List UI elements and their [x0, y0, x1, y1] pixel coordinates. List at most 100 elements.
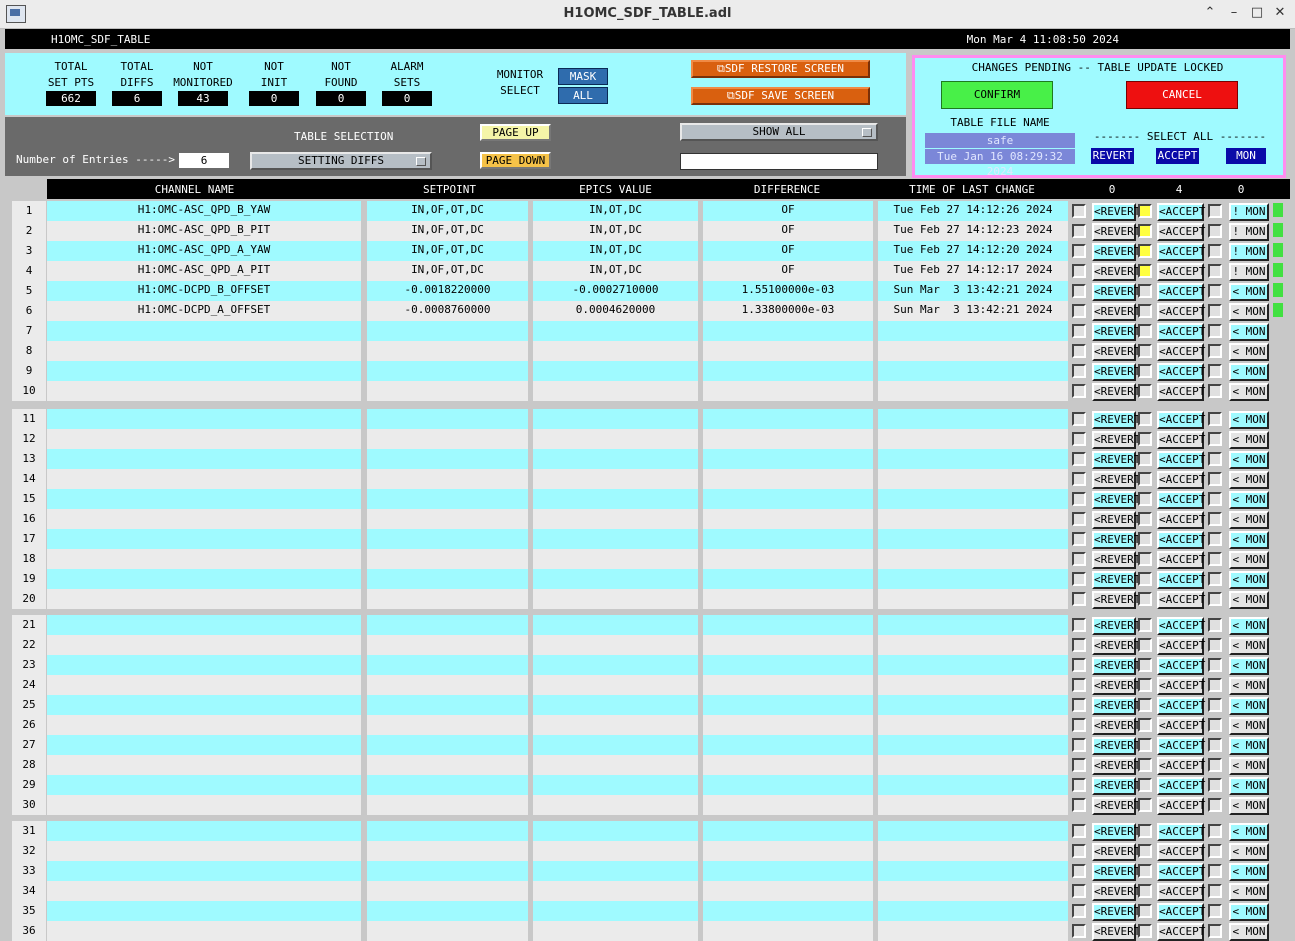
- mon-button[interactable]: < MON: [1229, 777, 1269, 795]
- revert-checkbox[interactable]: [1072, 618, 1086, 632]
- minimize-button[interactable]: –: [1227, 6, 1241, 20]
- revert-checkbox[interactable]: [1072, 384, 1086, 398]
- accept-checkbox[interactable]: [1138, 618, 1152, 632]
- revert-checkbox[interactable]: [1072, 738, 1086, 752]
- mon-checkbox[interactable]: [1208, 864, 1222, 878]
- mon-button[interactable]: ! MON: [1229, 223, 1269, 241]
- revert-checkbox[interactable]: [1072, 718, 1086, 732]
- mon-button[interactable]: < MON: [1229, 797, 1269, 815]
- mon-button[interactable]: < MON: [1229, 431, 1269, 449]
- revert-checkbox[interactable]: [1072, 452, 1086, 466]
- revert-button[interactable]: <REVERT: [1092, 203, 1140, 221]
- mon-button[interactable]: < MON: [1229, 471, 1269, 489]
- mon-button[interactable]: < MON: [1229, 383, 1269, 401]
- accept-checkbox[interactable]: [1138, 638, 1152, 652]
- revert-checkbox[interactable]: [1072, 364, 1086, 378]
- accept-checkbox[interactable]: [1138, 384, 1152, 398]
- mon-checkbox[interactable]: [1208, 572, 1222, 586]
- mon-checkbox[interactable]: [1208, 452, 1222, 466]
- revert-button[interactable]: <REVERT: [1092, 471, 1140, 489]
- mon-checkbox[interactable]: [1208, 658, 1222, 672]
- sdf-restore-screen-button[interactable]: ⧉SDF RESTORE SCREEN: [691, 60, 870, 78]
- revert-checkbox[interactable]: [1072, 592, 1086, 606]
- accept-checkbox[interactable]: [1138, 718, 1152, 732]
- revert-button[interactable]: <REVERT: [1092, 263, 1140, 281]
- revert-checkbox[interactable]: [1072, 778, 1086, 792]
- mon-button[interactable]: < MON: [1229, 757, 1269, 775]
- mon-button[interactable]: < MON: [1229, 511, 1269, 529]
- revert-checkbox[interactable]: [1072, 904, 1086, 918]
- accept-checkbox[interactable]: [1138, 844, 1152, 858]
- accept-button[interactable]: <ACCEPT: [1157, 777, 1205, 795]
- revert-button[interactable]: <REVERT: [1092, 617, 1140, 635]
- mon-button[interactable]: < MON: [1229, 551, 1269, 569]
- accept-button[interactable]: <ACCEPT: [1157, 823, 1205, 841]
- accept-checkbox[interactable]: [1138, 452, 1152, 466]
- revert-button[interactable]: <REVERT: [1092, 657, 1140, 675]
- accept-button[interactable]: <ACCEPT: [1157, 263, 1205, 281]
- revert-button[interactable]: <REVERT: [1092, 717, 1140, 735]
- accept-checkbox[interactable]: [1138, 592, 1152, 606]
- accept-button[interactable]: <ACCEPT: [1157, 843, 1205, 861]
- mon-button[interactable]: < MON: [1229, 283, 1269, 301]
- mon-button[interactable]: < MON: [1229, 571, 1269, 589]
- revert-checkbox[interactable]: [1072, 864, 1086, 878]
- revert-button[interactable]: <REVERT: [1092, 843, 1140, 861]
- revert-checkbox[interactable]: [1072, 532, 1086, 546]
- mon-checkbox[interactable]: [1208, 844, 1222, 858]
- accept-button[interactable]: <ACCEPT: [1157, 903, 1205, 921]
- mon-button[interactable]: < MON: [1229, 697, 1269, 715]
- revert-button[interactable]: <REVERT: [1092, 223, 1140, 241]
- revert-checkbox[interactable]: [1072, 204, 1086, 218]
- revert-checkbox[interactable]: [1072, 304, 1086, 318]
- revert-checkbox[interactable]: [1072, 844, 1086, 858]
- revert-checkbox[interactable]: [1072, 572, 1086, 586]
- accept-button[interactable]: <ACCEPT: [1157, 343, 1205, 361]
- mon-checkbox[interactable]: [1208, 304, 1222, 318]
- revert-button[interactable]: <REVERT: [1092, 243, 1140, 261]
- revert-button[interactable]: <REVERT: [1092, 863, 1140, 881]
- accept-checkbox[interactable]: [1138, 344, 1152, 358]
- accept-checkbox[interactable]: [1138, 738, 1152, 752]
- revert-button[interactable]: <REVERT: [1092, 511, 1140, 529]
- mask-button[interactable]: MASK: [558, 68, 608, 85]
- accept-checkbox[interactable]: [1138, 904, 1152, 918]
- revert-checkbox[interactable]: [1072, 678, 1086, 692]
- close-button[interactable]: ✕: [1273, 6, 1287, 20]
- accept-checkbox[interactable]: [1138, 412, 1152, 426]
- accept-checkbox[interactable]: [1138, 698, 1152, 712]
- revert-button[interactable]: <REVERT: [1092, 383, 1140, 401]
- page-up-button[interactable]: PAGE UP: [480, 124, 551, 141]
- accept-checkbox[interactable]: [1138, 264, 1152, 278]
- revert-button[interactable]: <REVERT: [1092, 883, 1140, 901]
- revert-checkbox[interactable]: [1072, 324, 1086, 338]
- mon-button[interactable]: ! MON: [1229, 203, 1269, 221]
- confirm-button[interactable]: CONFIRM: [941, 81, 1053, 109]
- accept-button[interactable]: <ACCEPT: [1157, 551, 1205, 569]
- revert-checkbox[interactable]: [1072, 638, 1086, 652]
- mon-button[interactable]: < MON: [1229, 323, 1269, 341]
- accept-button[interactable]: <ACCEPT: [1157, 223, 1205, 241]
- accept-button[interactable]: <ACCEPT: [1157, 243, 1205, 261]
- accept-checkbox[interactable]: [1138, 824, 1152, 838]
- mon-button[interactable]: < MON: [1229, 677, 1269, 695]
- revert-checkbox[interactable]: [1072, 884, 1086, 898]
- accept-checkbox[interactable]: [1138, 884, 1152, 898]
- mon-checkbox[interactable]: [1208, 492, 1222, 506]
- revert-button[interactable]: <REVERT: [1092, 323, 1140, 341]
- cancel-button[interactable]: CANCEL: [1126, 81, 1238, 109]
- revert-checkbox[interactable]: [1072, 412, 1086, 426]
- mon-checkbox[interactable]: [1208, 698, 1222, 712]
- revert-button[interactable]: <REVERT: [1092, 757, 1140, 775]
- revert-checkbox[interactable]: [1072, 552, 1086, 566]
- accept-checkbox[interactable]: [1138, 324, 1152, 338]
- accept-button[interactable]: <ACCEPT: [1157, 637, 1205, 655]
- revert-checkbox[interactable]: [1072, 344, 1086, 358]
- accept-checkbox[interactable]: [1138, 432, 1152, 446]
- sdf-save-screen-button[interactable]: ⧉SDF SAVE SCREEN: [691, 87, 870, 105]
- accept-button[interactable]: <ACCEPT: [1157, 451, 1205, 469]
- accept-checkbox[interactable]: [1138, 364, 1152, 378]
- revert-checkbox[interactable]: [1072, 758, 1086, 772]
- accept-button[interactable]: <ACCEPT: [1157, 757, 1205, 775]
- mon-checkbox[interactable]: [1208, 592, 1222, 606]
